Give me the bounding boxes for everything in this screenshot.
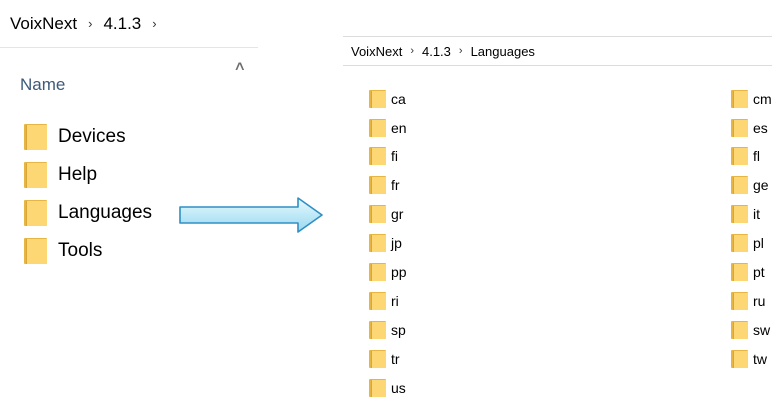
folder-label: fr	[391, 177, 400, 193]
folder-icon	[24, 162, 47, 188]
folder-label: pl	[753, 235, 764, 251]
folder-item-ge[interactable]: ge	[731, 175, 769, 195]
folder-icon	[369, 234, 386, 252]
folder-item-pp[interactable]: pp	[369, 262, 407, 282]
folder-icon	[369, 147, 386, 165]
folder-item-tw[interactable]: tw	[731, 349, 767, 369]
folder-label: en	[391, 120, 407, 136]
folder-icon	[369, 90, 386, 108]
folder-label: gr	[391, 206, 404, 222]
breadcrumb-item-version[interactable]: 4.1.3	[422, 44, 451, 59]
column-header-name[interactable]: Name	[20, 75, 65, 95]
folder-label: Tools	[58, 240, 103, 261]
folder-icon	[731, 205, 748, 223]
folder-label: sw	[753, 322, 771, 338]
folder-icon	[24, 238, 47, 264]
folder-label: ri	[391, 293, 399, 309]
folder-label: Languages	[58, 202, 153, 223]
folder-label: pt	[753, 264, 765, 280]
folder-label: tw	[753, 351, 767, 367]
folder-icon	[369, 205, 386, 223]
folder-label: Help	[58, 164, 98, 185]
folder-label: fi	[391, 148, 398, 164]
folder-item-es[interactable]: es	[731, 118, 768, 138]
folder-label: ru	[753, 293, 766, 309]
folder-icon	[731, 321, 748, 339]
folder-icon	[731, 147, 748, 165]
folder-icon	[731, 292, 748, 310]
folder-icon	[369, 321, 386, 339]
folder-item-languages[interactable]: Languages	[24, 200, 152, 226]
folder-label: us	[391, 380, 406, 396]
folder-label: Devices	[58, 126, 126, 147]
right-breadcrumb: VoixNext › 4.1.3 › Languages	[343, 36, 772, 66]
folder-icon	[369, 176, 386, 194]
folder-label: jp	[391, 235, 402, 251]
folder-label: tr	[391, 351, 400, 367]
folder-item-fr[interactable]: fr	[369, 175, 400, 195]
folder-item-ru[interactable]: ru	[731, 291, 765, 311]
folder-icon	[731, 90, 748, 108]
folder-label: pp	[391, 264, 407, 280]
folder-icon	[731, 176, 748, 194]
folder-item-devices[interactable]: Devices	[24, 124, 126, 150]
folder-item-pl[interactable]: pl	[731, 233, 764, 253]
folder-item-tr[interactable]: tr	[369, 349, 400, 369]
sort-ascending-icon[interactable]: ∧	[233, 58, 246, 74]
folder-item-us[interactable]: us	[369, 378, 406, 398]
folder-label: ge	[753, 177, 769, 193]
folder-item-help[interactable]: Help	[24, 162, 97, 188]
folder-icon	[731, 263, 748, 281]
folder-icon	[369, 263, 386, 281]
folder-item-fi[interactable]: fi	[369, 146, 398, 166]
folder-label: es	[753, 120, 768, 136]
chevron-right-icon[interactable]: ›	[410, 45, 414, 57]
folder-item-pt[interactable]: pt	[731, 262, 765, 282]
folder-icon	[731, 119, 748, 137]
chevron-right-icon[interactable]: ›	[152, 16, 156, 31]
breadcrumb-item-version[interactable]: 4.1.3	[103, 14, 141, 34]
breadcrumb-item-voixnext[interactable]: VoixNext	[0, 14, 77, 34]
breadcrumb-item-languages[interactable]: Languages	[471, 44, 535, 59]
folder-item-fl[interactable]: fl	[731, 146, 760, 166]
folder-item-gr[interactable]: gr	[369, 204, 403, 224]
folder-icon	[369, 292, 386, 310]
folder-item-en[interactable]: en	[369, 118, 407, 138]
folder-icon	[731, 350, 748, 368]
folder-label: sp	[391, 322, 406, 338]
folder-item-ri[interactable]: ri	[369, 291, 399, 311]
folder-icon	[369, 350, 386, 368]
folder-item-sw[interactable]: sw	[731, 320, 770, 340]
folder-item-tools[interactable]: Tools	[24, 238, 102, 264]
folder-icon	[24, 124, 47, 150]
folder-item-jp[interactable]: jp	[369, 233, 402, 253]
folder-icon	[24, 200, 47, 226]
breadcrumb-item-voixnext[interactable]: VoixNext	[343, 44, 402, 59]
chevron-right-icon[interactable]: ›	[88, 16, 92, 31]
folder-item-cm[interactable]: cm	[731, 89, 772, 109]
folder-label: ca	[391, 91, 406, 107]
right-arrow-icon	[179, 197, 323, 233]
folder-item-sp[interactable]: sp	[369, 320, 406, 340]
folder-icon	[369, 379, 386, 397]
folder-label: cm	[753, 91, 772, 107]
folder-item-ca[interactable]: ca	[369, 89, 406, 109]
left-breadcrumb: VoixNext › 4.1.3 ›	[0, 0, 258, 48]
chevron-right-icon[interactable]: ›	[459, 45, 463, 57]
folder-item-it[interactable]: it	[731, 204, 760, 224]
folder-label: fl	[753, 148, 760, 164]
folder-icon	[369, 119, 386, 137]
folder-label: it	[753, 206, 760, 222]
folder-icon	[731, 234, 748, 252]
